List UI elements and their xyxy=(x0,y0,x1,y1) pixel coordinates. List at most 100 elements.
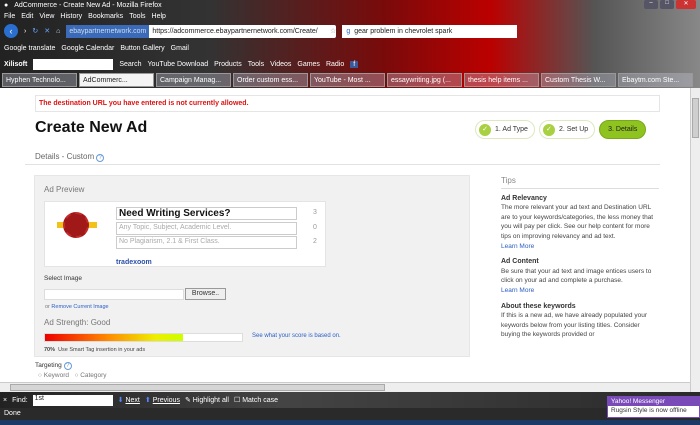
menu-edit[interactable]: Edit xyxy=(21,13,33,20)
step-set-up[interactable]: ✓ 2. Set Up xyxy=(538,120,596,139)
toolbar-radio[interactable]: Radio xyxy=(326,61,344,68)
tab[interactable]: Order custom ess... xyxy=(233,73,308,87)
display-domain: tradexoom xyxy=(116,259,152,266)
step-label: 2. Set Up xyxy=(558,126,589,133)
vertical-scrollbar[interactable] xyxy=(690,88,700,392)
arrow-up-icon: ⬆ xyxy=(144,397,151,404)
tab-active[interactable]: AdCommerc... xyxy=(79,73,154,87)
description-line2-input[interactable]: No Plagiarism, 2.1 & First Class. xyxy=(116,236,297,249)
url-bar[interactable]: ebaypartnernetwork.com https://adcommerce… xyxy=(66,24,337,38)
tips-panel: Tips Ad Relevancy The more relevant your … xyxy=(501,176,659,346)
tab[interactable]: Ebaytm.com Ste... xyxy=(618,73,693,87)
headline-input[interactable]: Need Writing Services? xyxy=(116,207,297,220)
site-identity[interactable]: ebaypartnernetwork.com xyxy=(66,24,150,38)
match-case-label: Match case xyxy=(242,397,278,404)
tab[interactable]: Campaign Manag... xyxy=(156,73,231,87)
browse-button[interactable]: Browse.. xyxy=(185,288,226,300)
tips-title: Tips xyxy=(501,176,659,189)
toolbar-tools[interactable]: Tools xyxy=(248,61,264,68)
tab[interactable]: Hyphen Technolo... xyxy=(2,73,77,87)
check-icon: ✓ xyxy=(542,123,555,136)
find-input[interactable]: 1st xyxy=(32,394,113,406)
scrollbar-thumb[interactable] xyxy=(10,384,385,391)
match-case-checkbox[interactable]: ☐ Match case xyxy=(234,396,278,404)
toolbar-youtube-download[interactable]: YouTube Download xyxy=(148,61,209,68)
toolbar-videos[interactable]: Videos xyxy=(270,61,291,68)
bookmark-gmail[interactable]: Gmail xyxy=(171,45,189,52)
messenger-title: Yahoo! Messenger xyxy=(608,397,699,406)
messenger-notification[interactable]: Yahoo! Messenger Rugsin Style is now off… xyxy=(607,396,700,418)
find-previous-button[interactable]: ⬆ Previous xyxy=(145,396,180,404)
step-details[interactable]: 3. Details xyxy=(599,120,647,139)
radio-keyword[interactable]: ○ Keyword xyxy=(38,372,69,379)
home-icon[interactable]: ⌂ xyxy=(56,28,60,35)
learn-more-link[interactable]: Learn More xyxy=(501,287,534,294)
tab[interactable]: thesis help items ... xyxy=(464,73,539,87)
highlight-all-button[interactable]: ✎ Highlight all xyxy=(185,396,229,404)
tip-about-keywords: About these keywords If this is a new ad,… xyxy=(501,302,659,340)
menu-history[interactable]: History xyxy=(60,13,82,20)
tip-body: Be sure that your ad text and image enti… xyxy=(501,267,652,285)
find-bar: × Find: 1st ⬇ Next ⬆ Previous ✎ Highligh… xyxy=(0,392,700,408)
description-line1-input[interactable]: Any Topic, Subject, Academic Level. xyxy=(116,222,297,235)
step-ad-type[interactable]: ✓ 1. Ad Type xyxy=(475,120,535,139)
tab[interactable]: Custom Thesis W... xyxy=(541,73,616,87)
close-find-icon[interactable]: × xyxy=(3,397,7,404)
facebook-icon[interactable]: f xyxy=(350,60,359,68)
toolbar-search-input[interactable] xyxy=(33,58,114,70)
tab[interactable]: essaywriting.jpg (... xyxy=(387,73,462,87)
guarantee-badge-image xyxy=(63,212,89,238)
minimize-button[interactable]: – xyxy=(644,0,658,9)
tip-body: The more relevant your ad text and Desti… xyxy=(501,204,654,240)
bookmark-button-gallery[interactable]: Button Gallery xyxy=(120,45,164,52)
menu-view[interactable]: View xyxy=(39,13,54,20)
score-info-link[interactable]: See what your score is based on. xyxy=(252,333,341,339)
menu-bookmarks[interactable]: Bookmarks xyxy=(88,13,123,20)
menu-file[interactable]: File xyxy=(4,13,15,20)
bookmark-google-calendar[interactable]: Google Calendar xyxy=(61,45,114,52)
find-next-button[interactable]: ⬇ Next xyxy=(118,396,140,404)
toolbar-games[interactable]: Games xyxy=(297,61,320,68)
ad-preview-label: Ad Preview xyxy=(44,185,85,194)
learn-more-link[interactable]: Learn More xyxy=(501,243,534,250)
menu-help[interactable]: Help xyxy=(152,13,166,20)
image-file-input[interactable] xyxy=(44,289,184,300)
horizontal-scrollbar[interactable] xyxy=(0,382,690,392)
maximize-button[interactable]: □ xyxy=(660,0,674,9)
bookmark-google-translate[interactable]: Google translate xyxy=(4,45,55,52)
search-text: gear problem in chevrolet spark xyxy=(354,27,453,35)
ad-strength-fill xyxy=(45,334,183,341)
tab-strip: Hyphen Technolo... AdCommerc... Campaign… xyxy=(0,72,700,88)
remove-image-link[interactable]: Remove Current Image xyxy=(51,304,108,310)
close-button[interactable]: ✕ xyxy=(676,0,696,9)
radio-category[interactable]: ○ Category xyxy=(74,372,106,379)
tab[interactable]: YouTube - Most ... xyxy=(310,73,385,87)
toolbar-products[interactable]: Products xyxy=(214,61,242,68)
step-indicator: ✓ 1. Ad Type ✓ 2. Set Up 3. Details xyxy=(475,120,647,139)
option-label: Category xyxy=(80,372,107,379)
forward-icon[interactable]: › xyxy=(24,28,26,35)
toolbar-search[interactable]: Search xyxy=(119,61,141,68)
targeting-label: Targeting? xyxy=(35,362,72,370)
option-label: Keyword xyxy=(43,372,70,379)
check-icon: ✓ xyxy=(479,123,491,136)
select-image-label: Select Image xyxy=(44,275,82,282)
help-icon[interactable]: ? xyxy=(96,154,105,162)
scrollbar-thumb[interactable] xyxy=(692,98,699,138)
reload-icon[interactable]: ↻ xyxy=(32,27,38,35)
tip-heading: About these keywords xyxy=(501,302,576,310)
taskbar xyxy=(0,420,700,425)
search-box[interactable]: g gear problem in chevrolet spark xyxy=(342,24,518,38)
or-text: or xyxy=(45,304,50,310)
menu-tools[interactable]: Tools xyxy=(129,13,145,20)
bookmarks-bar: Google translate Google Calendar Button … xyxy=(0,40,700,56)
title-bar: ● AdCommerce - Create New Ad - Mozilla Fi… xyxy=(0,0,700,10)
stop-icon[interactable]: ✕ xyxy=(44,27,50,35)
char-count: 0 xyxy=(313,224,317,231)
back-icon[interactable]: ‹ xyxy=(4,24,18,38)
star-icon[interactable]: ☆ xyxy=(330,27,336,35)
help-icon[interactable]: ? xyxy=(63,362,72,370)
char-count: 2 xyxy=(313,238,317,245)
firefox-icon: ● xyxy=(4,1,9,9)
subtitle-text: Details - Custom xyxy=(35,152,95,161)
